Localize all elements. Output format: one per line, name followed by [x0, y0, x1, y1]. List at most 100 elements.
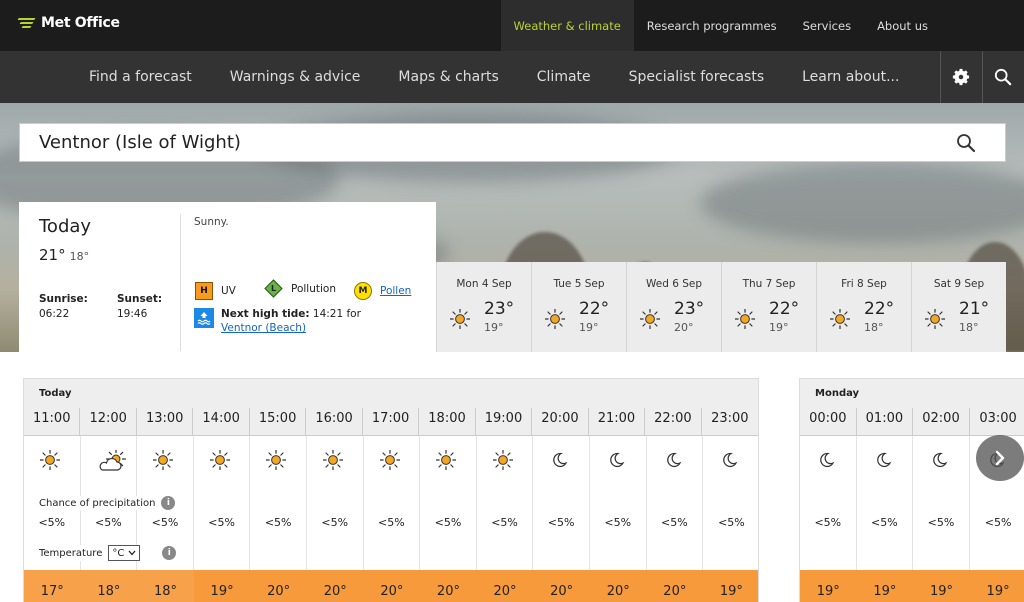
tide-location-link[interactable]: Ventnor (Beach)	[221, 322, 306, 334]
nav-climate[interactable]: Climate	[518, 51, 610, 103]
chevron-right-icon	[995, 450, 1005, 466]
nav-warnings[interactable]: Warnings & advice	[211, 51, 380, 103]
hour-precipitation: <5%	[927, 516, 955, 529]
day-low: 20°	[674, 321, 694, 334]
top-link-weather-climate[interactable]: Weather & climate	[500, 0, 634, 51]
hour-column: <5%	[857, 436, 914, 576]
uv-indicator[interactable]: H UV	[195, 282, 236, 300]
hour-temperature: 17°	[24, 570, 81, 602]
day-low: 19°	[484, 321, 504, 334]
nav-maps-charts[interactable]: Maps & charts	[379, 51, 517, 103]
card-divider	[180, 214, 181, 351]
hour-time: 02:00	[913, 408, 970, 435]
sun-icon	[449, 308, 471, 333]
chevron-down-icon	[128, 550, 136, 556]
hour-precipitation: <5%	[378, 516, 405, 529]
nav-find-forecast[interactable]: Find a forecast	[70, 51, 211, 103]
hour-time: 00:00	[800, 408, 857, 435]
hour-time: 20:00	[532, 408, 589, 435]
hour-precipitation: <5%	[547, 516, 575, 529]
today-summary-card: Today 21° 18° Sunrise: 06:22 Sunset: 19:4…	[19, 202, 436, 352]
search-icon	[957, 134, 976, 153]
top-link-about[interactable]: About us	[864, 0, 1024, 51]
sun-icon	[152, 449, 174, 474]
sun-icon	[492, 449, 514, 474]
day-high: 21°	[959, 299, 990, 319]
nav-search-button[interactable]	[982, 51, 1023, 103]
info-icon[interactable]: i	[161, 496, 176, 510]
pollution-indicator[interactable]: L Pollution	[264, 279, 336, 298]
main-nav: Find a forecast Warnings & advice Maps &…	[0, 51, 1024, 103]
hour-precipitation: <5%	[38, 516, 66, 529]
nav-learn-about[interactable]: Learn about...	[783, 51, 918, 103]
hour-column: <5%	[800, 436, 857, 576]
moon-icon	[663, 450, 683, 474]
pollen-badge: M	[354, 282, 372, 300]
hour-column: <5%	[590, 436, 647, 576]
day-tab[interactable]: Fri 8 Sep 22° 18°	[816, 262, 911, 352]
sun-icon	[39, 449, 61, 474]
hour-time: 19:00	[476, 408, 533, 435]
pollution-label: Pollution	[291, 282, 336, 295]
sun-icon	[734, 308, 756, 333]
daily-forecast-tabs: Mon 4 Sep 23° 19° Tue 5 Sep 22° 19° Wed …	[436, 262, 1006, 352]
day-low: 18°	[959, 321, 979, 334]
hour-precipitation: <5%	[264, 516, 292, 529]
hourly-next-button[interactable]	[976, 435, 1024, 481]
location-search-input[interactable]: Ventnor (Isle of Wight)	[39, 132, 241, 153]
day-tab[interactable]: Tue 5 Sep 22° 19°	[531, 262, 626, 352]
settings-button[interactable]	[940, 51, 981, 103]
sun-cloud-icon	[97, 448, 127, 478]
day-name: Fri 8 Sep	[841, 278, 887, 290]
hour-precipitation: <5%	[814, 516, 842, 529]
logo-mark-icon	[17, 16, 36, 30]
logo-text: Met Office	[41, 15, 120, 31]
day-tab[interactable]: Sat 9 Sep 21° 18°	[911, 262, 1006, 352]
day-low: 18°	[864, 321, 884, 334]
day-tab[interactable]: Thu 7 Sep 22° 19°	[721, 262, 816, 352]
temperature-unit-select[interactable]: °C	[108, 545, 141, 561]
hour-time: 22:00	[645, 408, 702, 435]
precipitation-label: Chance of precipitation i	[39, 496, 176, 510]
nav-specialist[interactable]: Specialist forecasts	[610, 51, 783, 103]
hour-temperature: 20°	[533, 570, 590, 602]
hour-time: 14:00	[193, 408, 250, 435]
search-icon	[994, 68, 1012, 86]
hour-temperature: 18°	[80, 570, 138, 602]
tide-icon	[194, 308, 214, 328]
pollen-indicator[interactable]: M Pollen	[354, 282, 411, 300]
day-name: Sat 9 Sep	[933, 278, 985, 290]
day-tab[interactable]: Wed 6 Sep 23° 20°	[626, 262, 721, 352]
hour-precipitation: <5%	[95, 516, 122, 529]
top-link-research[interactable]: Research programmes	[634, 0, 790, 51]
sunrise-label: Sunrise:	[39, 293, 88, 305]
location-search-button[interactable]	[956, 133, 976, 157]
temperature-row: 19° 19° 19° 19°	[800, 570, 1024, 602]
day-name: Thu 7 Sep	[742, 278, 796, 290]
day-low: 19°	[769, 321, 789, 334]
hour-temperature: 19°	[856, 570, 914, 602]
info-icon[interactable]: i	[162, 546, 177, 560]
hour-time: 23:00	[711, 411, 749, 426]
day-tab[interactable]: Mon 4 Sep 23° 19°	[436, 262, 531, 352]
sun-icon	[379, 449, 401, 474]
uv-badge: H	[195, 282, 213, 300]
day-low: 19°	[579, 321, 599, 334]
location-search-box[interactable]: Ventnor (Isle of Wight)	[19, 123, 1006, 162]
hour-time: 15:00	[250, 408, 307, 435]
hour-precipitation: <5%	[151, 516, 179, 529]
sun-icon	[322, 449, 344, 474]
temperature-label: Temperature °C i	[39, 545, 177, 561]
hour-time: 12:00	[80, 408, 137, 435]
hourly-day-heading: Today	[24, 379, 758, 408]
sunset-time: 19:46	[117, 308, 148, 320]
hour-time: 18:00	[419, 408, 476, 435]
hour-temperature: 19°	[703, 570, 758, 602]
top-link-services[interactable]: Services	[790, 0, 865, 51]
hourly-day-heading: Monday	[800, 379, 1024, 408]
tide-label: Next high tide:	[221, 308, 310, 320]
met-office-logo[interactable]: Met Office	[17, 15, 120, 31]
moon-icon	[816, 450, 836, 474]
pollen-link[interactable]: Pollen	[380, 285, 411, 297]
hour-column: <5%	[647, 436, 704, 576]
